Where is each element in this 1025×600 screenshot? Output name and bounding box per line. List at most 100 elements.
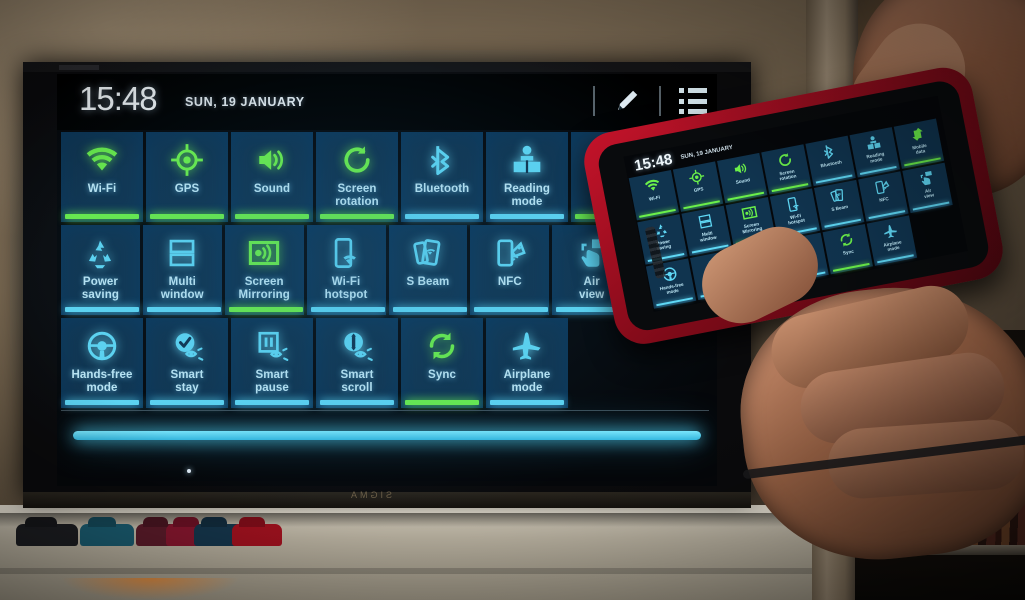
- toggle-state-indicator: [392, 307, 467, 312]
- toggle-tile-nfc[interactable]: NFC: [470, 225, 550, 315]
- toggle-state-indicator: [320, 214, 394, 219]
- toggle-state-indicator: [405, 400, 479, 405]
- toggle-tile-bluetooth[interactable]: Bluetooth: [401, 132, 483, 222]
- header-divider-left: [593, 86, 595, 116]
- pencil-icon[interactable]: [613, 87, 641, 115]
- nfc-icon: [872, 176, 892, 199]
- toggle-tile-sound[interactable]: Sound: [231, 132, 313, 222]
- toggle-tile-hands-free-mode[interactable]: Hands-free mode: [61, 318, 143, 408]
- toggle-tile-label: S Beam: [406, 276, 450, 288]
- toggle-tile-gps[interactable]: GPS: [146, 132, 228, 222]
- toggle-tile-label: Reading mode: [503, 183, 551, 208]
- toggle-tile-s-beam[interactable]: S Beam: [388, 225, 468, 315]
- phone-toggle-tile-sync[interactable]: Sync: [822, 224, 873, 275]
- phone-toggle-state-indicator: [877, 253, 914, 264]
- phone-toggle-tile-s-beam[interactable]: S Beam: [813, 179, 865, 231]
- toggle-tile-label: Smart stay: [170, 369, 204, 394]
- bluetooth-icon: [425, 137, 459, 183]
- phone-toggle-tile-nfc[interactable]: NFC: [858, 171, 909, 222]
- phone-toggle-tile-label: Sync: [842, 248, 855, 256]
- phone-toggle-tile-power-saving[interactable]: Power saving: [637, 214, 688, 265]
- brightness-slider[interactable]: [73, 426, 701, 444]
- phone-toggle-tile-label: Screen rotation: [778, 168, 797, 182]
- phone-toggle-tile-label: Multi window: [699, 230, 717, 243]
- toggle-tile-smart-scroll[interactable]: Smart scroll: [316, 318, 398, 408]
- screen-mirroring-icon: [247, 230, 281, 276]
- phone-toggle-tile-airplane-mode[interactable]: Airplane mode: [866, 215, 918, 266]
- smart-pause-icon: [255, 323, 289, 369]
- toggle-tile-sync[interactable]: Sync: [401, 318, 483, 408]
- phone-toggle-tile-label: NFC: [878, 196, 890, 203]
- phone-toggle-tile-label: Wi-Fi hotspot: [787, 213, 806, 226]
- toggle-tile-label: Screen Mirroring: [238, 276, 290, 301]
- toggle-state-indicator: [65, 214, 139, 219]
- warm-light-glow: [60, 578, 240, 600]
- toggle-tile-label: Wi-Fi hotspot: [324, 276, 368, 301]
- phone-toggle-tile-wi-fi[interactable]: Wi-Fi: [628, 170, 680, 221]
- status-bar: 15:48 SUN, 19 JANUARY: [57, 74, 717, 130]
- phone-toggle-tile-label: Air view: [923, 187, 935, 200]
- toggle-state-indicator: [235, 400, 309, 405]
- quick-settings-row: Hands-free mode Smart stay Smart pause Smar…: [61, 318, 713, 408]
- phone-toggle-tile-air-view[interactable]: Air view: [902, 162, 953, 214]
- phone-toggle-state-indicator: [832, 262, 870, 272]
- phone-toggle-tile-label: Mobile data: [911, 142, 928, 155]
- phone-toggle-tile-label: Airplane mode: [883, 239, 903, 253]
- reading-mode-icon: [510, 137, 544, 183]
- toggle-tile-label: Smart pause: [255, 369, 289, 394]
- phone-toggle-tile-gps[interactable]: GPS: [672, 161, 724, 212]
- gps-icon: [170, 137, 204, 183]
- shelf-lip: [0, 568, 812, 574]
- phone-toggle-tile-sound[interactable]: Sound: [717, 152, 768, 204]
- phone-toggle-tile-label: Reading mode: [865, 151, 885, 164]
- toggle-state-indicator: [490, 214, 564, 219]
- toggle-tile-screen-rotation[interactable]: Screen rotation: [316, 132, 398, 222]
- multi-window-icon: [165, 230, 199, 276]
- toggle-tile-wi-fi[interactable]: Wi-Fi: [61, 132, 143, 222]
- toggle-state-indicator: [405, 214, 479, 219]
- toggle-tile-wi-fi-hotspot[interactable]: Wi-Fi hotspot: [306, 225, 386, 315]
- toggle-tile-screen-mirroring[interactable]: Screen Mirroring: [224, 225, 304, 315]
- tv-logo: [59, 65, 99, 70]
- toggle-state-indicator: [150, 400, 224, 405]
- toggle-tile-label: GPS: [174, 183, 200, 195]
- toggle-tile-label: Hands-free mode: [71, 369, 133, 394]
- toggle-state-indicator: [146, 307, 221, 312]
- toy-car: [232, 524, 282, 546]
- toggle-tile-label: Power saving: [81, 276, 119, 301]
- toggle-tile-smart-pause[interactable]: Smart pause: [231, 318, 313, 408]
- phone-toggle-tile-bluetooth[interactable]: Bluetooth: [805, 135, 856, 187]
- wifi-hotspot-icon: [329, 230, 363, 276]
- s-beam-icon: [411, 230, 445, 276]
- date-label: SUN, 19 JANUARY: [185, 95, 305, 109]
- tv-brand-label: SIGMA: [348, 490, 393, 500]
- smart-stay-icon: [170, 323, 204, 369]
- toggle-state-indicator: [320, 400, 394, 405]
- phone-toggle-tile-label: Wi-Fi: [648, 194, 661, 202]
- toggle-tile-multi-window[interactable]: Multi window: [142, 225, 222, 315]
- toy-car: [16, 524, 78, 546]
- list-icon[interactable]: [679, 88, 707, 114]
- smart-scroll-icon: [340, 323, 374, 369]
- toggle-state-indicator: [150, 214, 224, 219]
- wifi-icon: [85, 137, 119, 183]
- toggle-tile-smart-stay[interactable]: Smart stay: [146, 318, 228, 408]
- toggle-tile-label: Sync: [428, 369, 456, 381]
- tv-bezel: [23, 62, 751, 72]
- phone-toggle-tile-mobile-data[interactable]: Mobile data: [893, 118, 945, 169]
- phone-toggle-tile-screen-rotation[interactable]: Screen rotation: [761, 144, 812, 195]
- toggle-tile-label: Smart scroll: [340, 369, 374, 394]
- toggle-tile-power-saving[interactable]: Power saving: [61, 225, 140, 315]
- toggle-state-indicator: [228, 307, 303, 312]
- toggle-tile-reading-mode[interactable]: Reading mode: [486, 132, 568, 222]
- header-icons: [575, 86, 707, 116]
- grid-divider: [61, 410, 709, 411]
- room-scene: 15:48 SUN, 19 JANUARY Wi-Fi GPS Sound Sc…: [0, 0, 1025, 600]
- toggle-tile-airplane-mode[interactable]: Airplane mode: [486, 318, 568, 408]
- toggle-state-indicator: [474, 307, 549, 312]
- sync-icon: [425, 323, 459, 369]
- hands-free-icon: [85, 323, 119, 369]
- toggle-state-indicator: [310, 307, 385, 312]
- phone-toggle-tile-reading-mode[interactable]: Reading mode: [849, 127, 900, 178]
- sound-icon: [255, 137, 289, 183]
